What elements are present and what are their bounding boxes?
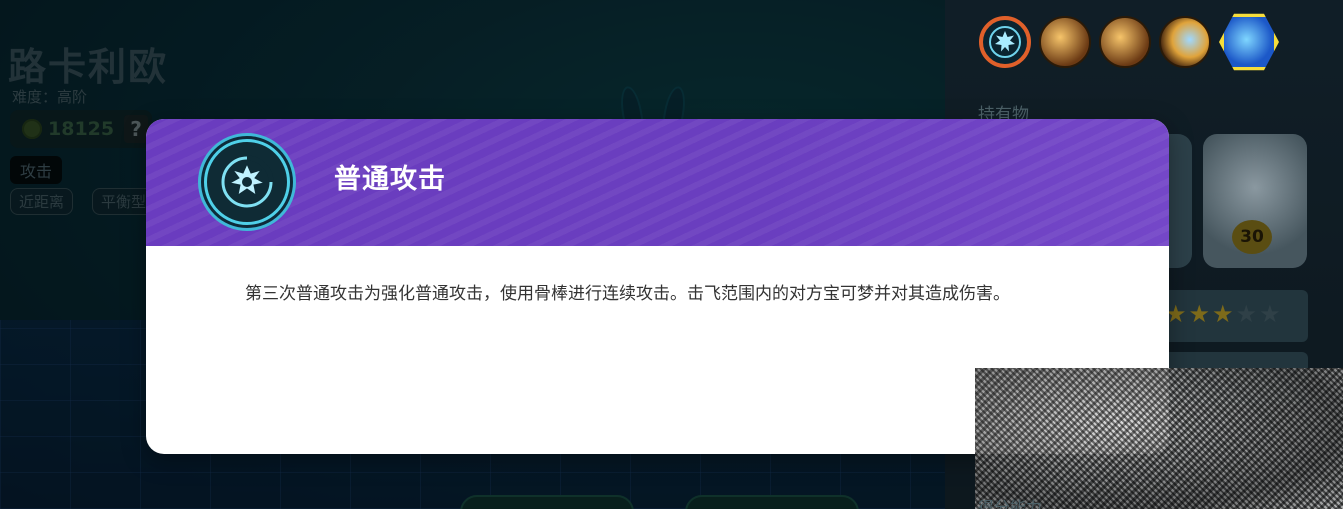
pixelated-overlay — [975, 368, 1343, 509]
held-item-level-badge: 30 — [1232, 220, 1272, 254]
modal-title: 普通攻击 — [334, 164, 446, 195]
moves-strip — [975, 10, 1311, 74]
modal-header: 普通攻击 — [146, 119, 1169, 246]
star-icon: ★ — [1212, 300, 1236, 328]
move-icon-2[interactable] — [1099, 16, 1151, 68]
star-icon: ★ — [1259, 300, 1283, 328]
basic-attack-icon — [204, 139, 290, 225]
move-icon-3[interactable] — [1159, 16, 1211, 68]
skill-description: 第三次普通攻击为强化普通攻击，使用骨棒进行连续攻击。击飞范围内的对方宝可梦并对其… — [245, 284, 1010, 304]
basic-attack-icon[interactable] — [979, 16, 1031, 68]
star-icon: ★ — [1235, 300, 1260, 328]
star-icon: ★ — [1188, 300, 1213, 328]
stat-label: 得分能力 — [978, 498, 1043, 509]
game-screen: 路卡利欧 难度：高阶 18125 ? 攻击 近距离 平衡型 持有物 30 ★★★… — [0, 0, 1343, 509]
modal-body: 第三次普通攻击为强化普通攻击，使用骨棒进行连续攻击。击飞范围内的对方宝可梦并对其… — [146, 246, 1169, 307]
rating-stars: ★★★★★ — [1165, 300, 1283, 328]
unite-move-icon[interactable] — [1219, 13, 1279, 71]
move-icon-1[interactable] — [1039, 16, 1091, 68]
